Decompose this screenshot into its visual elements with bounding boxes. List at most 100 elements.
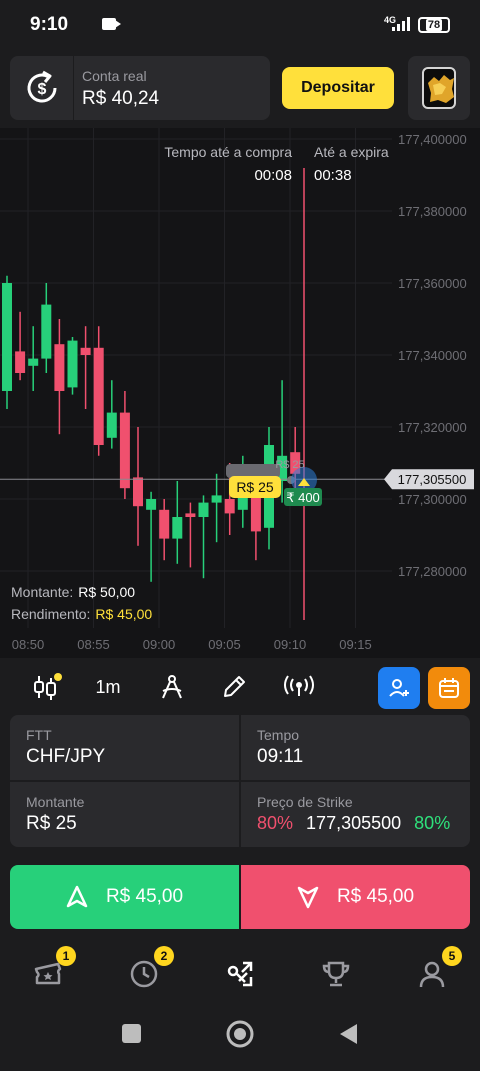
y-tick-label: 177,320000 (398, 420, 467, 435)
nav-profile[interactable]: 5 (412, 946, 462, 994)
status-bar: 9:10 4G 78 (0, 0, 480, 52)
strike-value: 177,305500 (306, 813, 402, 833)
nav-trade[interactable] (220, 954, 260, 994)
strike-price-field[interactable]: Preço de Strike 80% 177,305500 80% (241, 782, 470, 847)
candle-body (146, 499, 157, 510)
x-tick-label: 08:50 (12, 637, 45, 652)
y-tick-label: 177,380000 (398, 204, 467, 219)
asset-selector[interactable]: FTT CHF/JPY (10, 715, 239, 780)
timeframe-button[interactable]: 1m (88, 668, 128, 706)
y-tick-label: 177,340000 (398, 348, 467, 363)
candle-body (41, 304, 52, 359)
recents-icon[interactable] (122, 1024, 141, 1043)
asset-label: FTT (26, 727, 52, 743)
arrow-down-icon (297, 886, 319, 909)
profile-badge: 5 (442, 946, 462, 966)
nav-tickets[interactable]: 1 (28, 946, 76, 994)
time-label: Tempo (257, 727, 300, 743)
buy-down-label: R$ 45,00 (336, 886, 415, 907)
purchase-countdown-value: 00:08 (254, 167, 292, 184)
candle-body (2, 283, 12, 391)
expiry-countdown-label: Até a expira (314, 144, 389, 160)
price-chart[interactable]: 177,400000 177,380000 177,360000 177,340000… (0, 128, 480, 658)
candle-body (224, 499, 235, 514)
purchase-countdown-label: Tempo até a compra (164, 144, 292, 160)
arrow-up-icon (66, 885, 88, 908)
x-tick-label: 09:10 (274, 637, 307, 652)
x-tick-label: 09:15 (339, 637, 372, 652)
chart-canvas[interactable]: 177,400000 177,380000 177,360000 177,340000… (0, 128, 480, 658)
trade-parameters: FTT CHF/JPY Tempo 09:11 Montante R$ 25 P… (10, 715, 470, 847)
candle-body (211, 495, 222, 503)
payout-badge-label: ₹ 400 (286, 490, 320, 505)
candle-body (185, 513, 196, 517)
nav-history[interactable]: 2 (124, 946, 174, 994)
account-selector[interactable]: $ Conta real R$ 40,24 (10, 56, 270, 120)
candle-body (159, 509, 170, 539)
calendar-button[interactable] (428, 667, 470, 709)
drawing-tools-button[interactable] (152, 668, 192, 706)
battery-icon: 78 (418, 17, 450, 33)
trade-arrows-icon (227, 961, 253, 987)
signal-icon (392, 17, 410, 31)
yield-summary-label: Rendimento: (11, 606, 90, 622)
pencil-icon (224, 676, 245, 697)
home-icon-inner (234, 1028, 246, 1040)
svg-text:$: $ (38, 81, 47, 98)
back-icon[interactable] (340, 1024, 357, 1044)
history-badge: 2 (154, 946, 174, 966)
candle-body (198, 502, 209, 517)
chart-toolbar: 1m (0, 662, 480, 712)
amount-summary-value: R$ 50,00 (78, 584, 135, 600)
expiry-countdown-value: 00:38 (314, 167, 352, 184)
deposit-button[interactable]: Depositar (282, 67, 394, 109)
buy-up-button[interactable]: R$ 45,00 (10, 865, 239, 929)
user-icon (419, 961, 445, 988)
gold-badge-icon (428, 75, 454, 103)
candle-body (250, 495, 261, 532)
compass-icon (162, 675, 182, 699)
yield-summary: Rendimento: R$ 45,00 (11, 606, 152, 622)
system-navigation-bar (0, 1004, 480, 1066)
status-time: 9:10 (30, 14, 69, 35)
candle-body (80, 347, 91, 355)
nav-tournaments[interactable] (316, 954, 356, 994)
candle-body (172, 517, 183, 539)
draw-button[interactable] (214, 668, 254, 706)
trophy-icon (322, 961, 350, 987)
invite-friend-button[interactable] (378, 667, 420, 709)
candle-body (106, 412, 117, 438)
tickets-badge: 1 (56, 946, 76, 966)
bet-marker-label: R$ 25 (236, 479, 274, 495)
profile-button[interactable] (408, 56, 470, 120)
time-selector[interactable]: Tempo 09:11 (241, 715, 470, 780)
yield-summary-value: R$ 45,00 (95, 606, 152, 622)
video-camera-icon (102, 18, 121, 30)
add-user-icon (389, 679, 409, 697)
candle-body (93, 347, 104, 445)
candles-icon (34, 673, 62, 700)
strike-label: Preço de Strike (257, 794, 353, 810)
broadcast-icon (284, 675, 314, 696)
x-tick-label: 09:05 (208, 637, 241, 652)
x-tick-label: 08:55 (77, 637, 110, 652)
strike-pct-down: 80% (257, 813, 294, 833)
amount-field[interactable]: Montante R$ 25 (10, 782, 239, 847)
amount-value: R$ 25 (26, 813, 77, 834)
indicators-button[interactable] (26, 668, 66, 706)
account-switch-button[interactable]: $ (10, 56, 74, 120)
signals-button[interactable] (278, 668, 320, 706)
calendar-icon (439, 678, 459, 698)
x-tick-label: 09:00 (143, 637, 176, 652)
candle-body (133, 477, 143, 507)
candle-body (15, 351, 26, 373)
ticket-icon (34, 962, 62, 985)
buy-down-button[interactable]: R$ 45,00 (241, 865, 470, 929)
account-header: $ Conta real R$ 40,24 Depositar (10, 56, 470, 120)
bet-shadow (226, 464, 280, 478)
candle-body (28, 358, 39, 366)
asset-value: CHF/JPY (26, 746, 106, 767)
dollar-refresh-icon: $ (27, 70, 57, 103)
y-tick-label: 177,300000 (398, 492, 467, 507)
buy-up-label: R$ 45,00 (105, 886, 184, 907)
